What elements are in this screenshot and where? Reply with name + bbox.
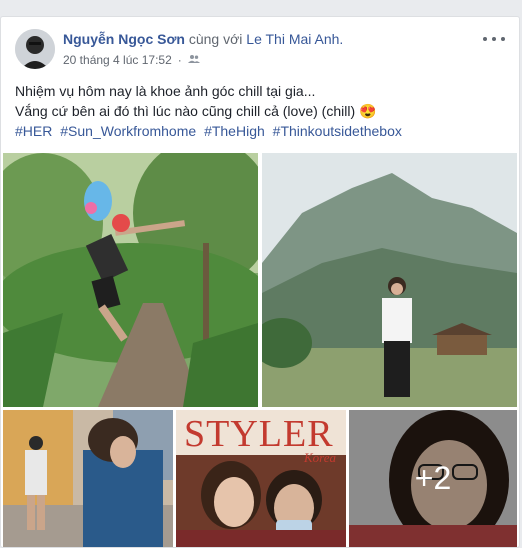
hashtag-link[interactable]: #Thinkoutsidethebox — [273, 123, 402, 139]
photo-street[interactable] — [3, 410, 173, 547]
hashtag-link[interactable]: #Sun_Workfromhome — [60, 123, 196, 139]
post-card: Nguyễn Ngọc Sơn cùng với Le Thi Mai Anh.… — [0, 16, 520, 548]
friends-icon[interactable] — [187, 53, 200, 67]
photo-mountain[interactable] — [262, 153, 517, 407]
post-line-2: Vắng cứ bên ai đó thì lúc nào cũng chill… — [15, 103, 377, 119]
photo-garden-jump[interactable] — [3, 153, 258, 407]
tagged-person[interactable]: Le Thi Mai Anh. — [246, 31, 343, 47]
more-photos-overlay[interactable]: +2 — [349, 410, 517, 547]
hashtag-link[interactable]: #HER — [15, 123, 52, 139]
post-line-1: Nhiệm vụ hôm nay là khoe ảnh góc chill t… — [15, 83, 316, 99]
author-avatar[interactable] — [15, 29, 55, 69]
author-name[interactable]: Nguyễn Ngọc Sơn — [63, 31, 185, 47]
photo-more[interactable]: +2 — [349, 410, 517, 547]
more-options-icon[interactable] — [483, 31, 505, 47]
photo-magazine[interactable]: STYLER Korea — [176, 410, 346, 547]
more-photos-count: +2 — [414, 460, 452, 496]
with-label: cùng với — [188, 31, 243, 47]
author-line: Nguyễn Ngọc Sơn cùng với Le Thi Mai Anh. — [63, 31, 343, 47]
meta-separator: · — [177, 53, 182, 67]
post-text: Nhiệm vụ hôm nay là khoe ảnh góc chill t… — [15, 81, 505, 121]
post-meta: 20 tháng 4 lúc 17:52 · — [63, 53, 200, 67]
magazine-subtitle: Korea — [303, 450, 336, 465]
hashtag-link[interactable]: #TheHigh — [204, 123, 265, 139]
post-header: Nguyễn Ngọc Sơn cùng với Le Thi Mai Anh.… — [15, 29, 505, 73]
hashtag-row: #HER #Sun_Workfromhome #TheHigh #Thinkou… — [15, 123, 406, 139]
post-timestamp[interactable]: 20 tháng 4 lúc 17:52 — [63, 53, 172, 67]
